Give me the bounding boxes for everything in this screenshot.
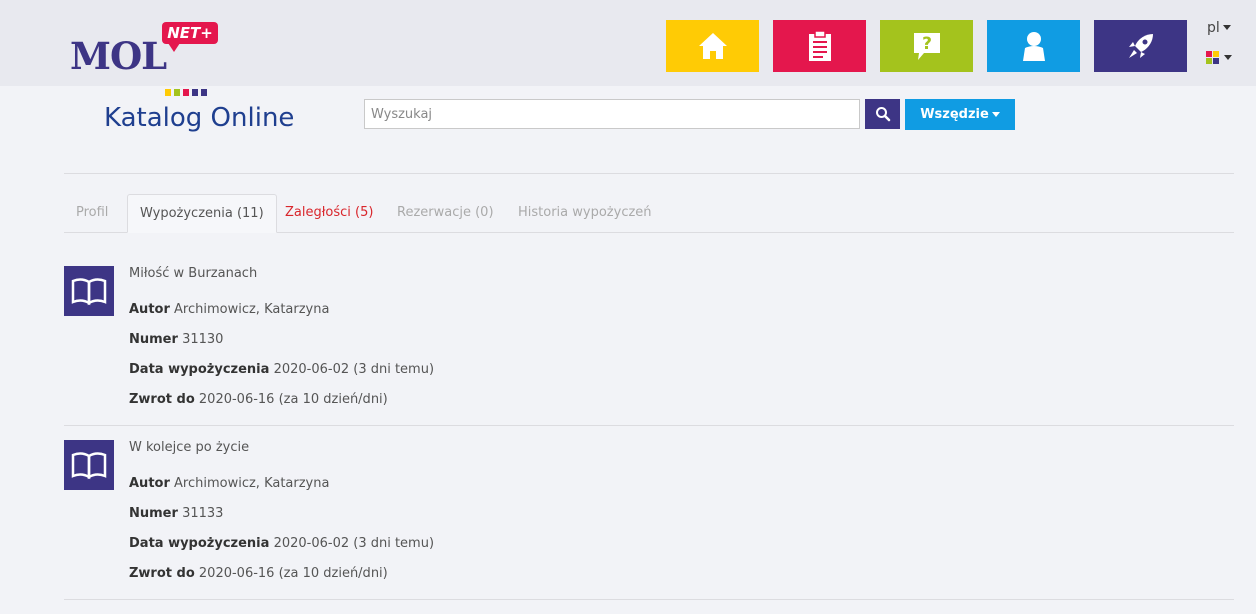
return-value: 2020-06-16 (za 10 dzień/dni) <box>198 392 388 407</box>
color-grid-icon <box>1206 51 1219 64</box>
language-selector[interactable]: pl <box>1207 20 1231 36</box>
tab-overdue[interactable]: Zaległości (5) <box>273 194 385 232</box>
author-value: Archimowicz, Katarzyna <box>174 302 330 317</box>
search-input[interactable] <box>364 99 860 129</box>
chevron-down-icon <box>1224 55 1232 60</box>
loan-return: Zwrot do 2020-06-16 (za 10 dzień/dni) <box>129 392 388 407</box>
help-tile[interactable]: ? <box>880 20 973 72</box>
logo-text: MOL <box>70 34 167 78</box>
logo-dots <box>165 81 235 96</box>
number-value: 31130 <box>182 332 224 347</box>
loan-date-label: Data wypożyczenia <box>129 536 270 551</box>
tab-history[interactable]: Historia wypożyczeń <box>506 194 664 232</box>
search-scope-dropdown[interactable]: Wszędzie <box>905 99 1015 130</box>
home-tile[interactable] <box>666 20 759 72</box>
account-tabs: Profil Wypożyczenia (11) Zaległości (5) … <box>64 194 1234 233</box>
search-button[interactable] <box>865 99 900 129</box>
svg-text:?: ? <box>922 34 932 54</box>
loan-date-label: Data wypożyczenia <box>129 362 270 377</box>
number-label: Numer <box>129 332 178 347</box>
return-value: 2020-06-16 (za 10 dzień/dni) <box>198 566 388 581</box>
loan-date: Data wypożyczenia 2020-06-02 (3 dni temu… <box>129 362 434 377</box>
book-icon <box>64 440 114 490</box>
loan-item: W kolejce po życie Autor Archimowicz, Ka… <box>64 440 1234 614</box>
loan-title[interactable]: W kolejce po życie <box>129 440 249 455</box>
clipboard-icon <box>808 30 831 61</box>
catalog-subtitle: Katalog Online <box>104 103 295 133</box>
user-tile[interactable] <box>987 20 1080 72</box>
number-label: Numer <box>129 506 178 521</box>
loan-number: Numer 31133 <box>129 506 223 521</box>
help-icon: ? <box>913 33 940 60</box>
loan-date: Data wypożyczenia 2020-06-02 (3 dni temu… <box>129 536 434 551</box>
home-icon <box>698 33 727 59</box>
search-scope-label: Wszędzie <box>920 107 989 122</box>
theme-selector[interactable] <box>1206 51 1232 65</box>
loan-title[interactable]: Miłość w Burzanach <box>129 266 257 281</box>
search-icon <box>875 107 890 122</box>
loan-date-value: 2020-06-02 (3 dni temu) <box>273 362 435 377</box>
rocket-icon <box>1128 34 1153 58</box>
user-icon <box>1022 32 1045 61</box>
loan-date-value: 2020-06-02 (3 dni temu) <box>273 536 435 551</box>
loan-number: Numer 31130 <box>129 332 223 347</box>
chevron-down-icon <box>991 112 1000 117</box>
number-value: 31133 <box>182 506 224 521</box>
return-label: Zwrot do <box>129 392 195 407</box>
loan-author: Autor Archimowicz, Katarzyna <box>129 476 329 491</box>
mol-net-logo[interactable]: MOL NET+ <box>70 22 230 96</box>
author-label: Autor <box>129 476 170 491</box>
author-value: Archimowicz, Katarzyna <box>174 476 330 491</box>
rocket-tile[interactable] <box>1094 20 1187 72</box>
divider <box>64 173 1234 174</box>
loan-author: Autor Archimowicz, Katarzyna <box>129 302 329 317</box>
tab-profile[interactable]: Profil <box>64 194 120 232</box>
chevron-down-icon <box>1222 25 1231 30</box>
loan-item: Miłość w Burzanach Autor Archimowicz, Ka… <box>64 266 1234 440</box>
logo-badge: NET+ <box>162 22 218 52</box>
clipboard-tile[interactable] <box>773 20 866 72</box>
language-label: pl <box>1207 20 1220 36</box>
return-label: Zwrot do <box>129 566 195 581</box>
loan-return: Zwrot do 2020-06-16 (za 10 dzień/dni) <box>129 566 388 581</box>
book-icon <box>64 266 114 316</box>
tab-loans[interactable]: Wypożyczenia (11) <box>127 194 277 233</box>
divider <box>64 425 1234 426</box>
tab-reservations[interactable]: Rezerwacje (0) <box>385 194 506 232</box>
author-label: Autor <box>129 302 170 317</box>
